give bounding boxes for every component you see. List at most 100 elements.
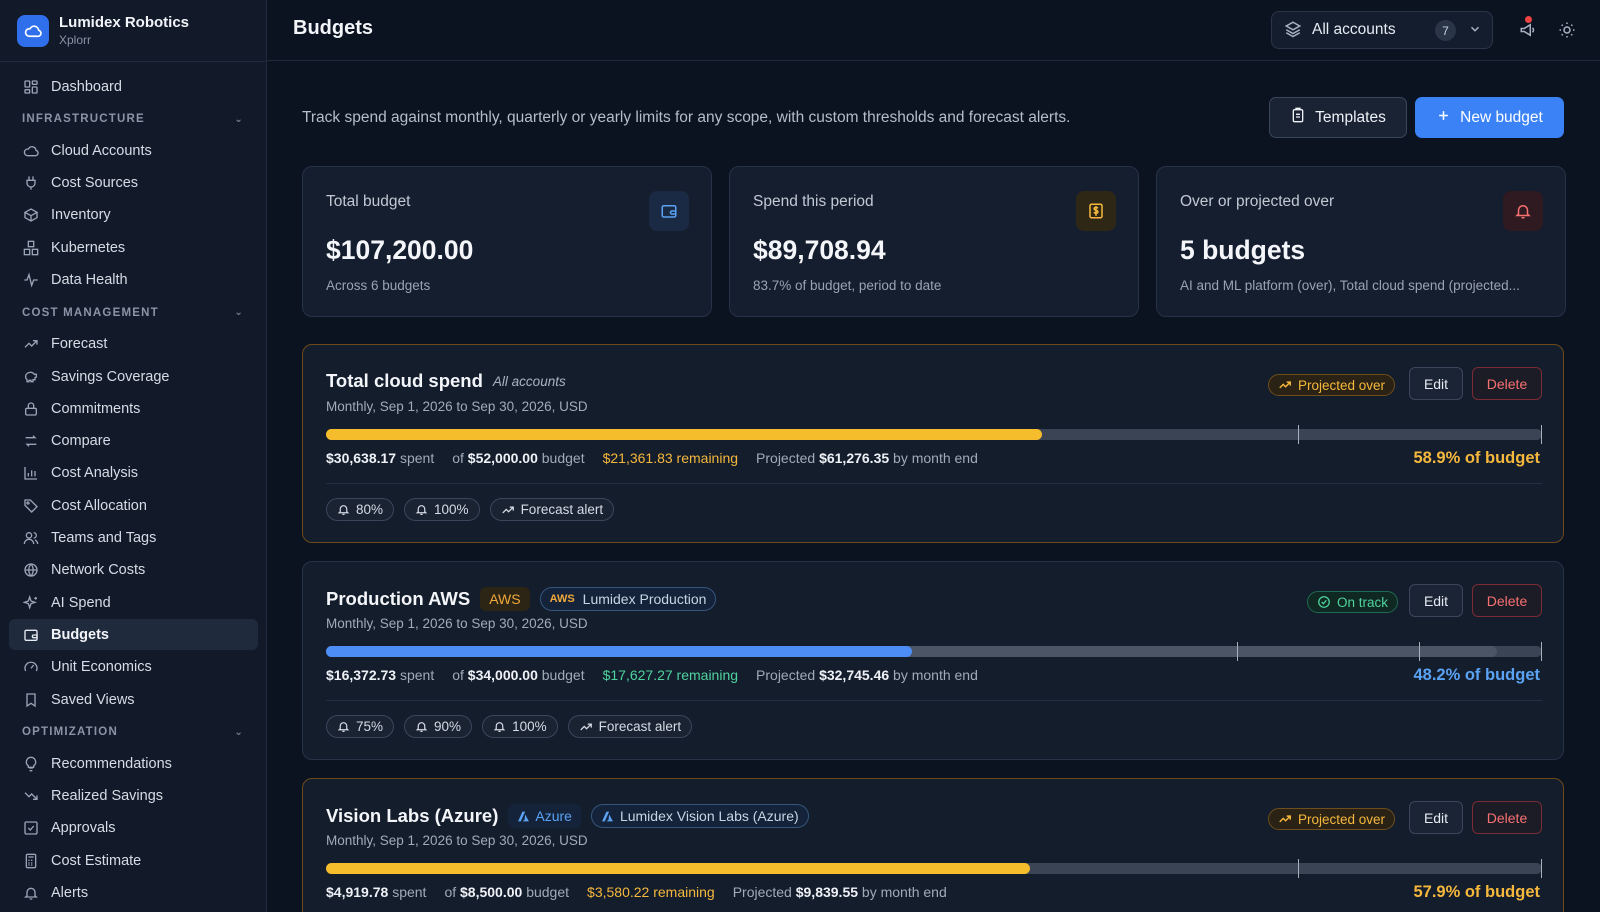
sidebar-item-commitments[interactable]: Commitments	[9, 393, 258, 424]
budget-stats: $30,638.17 spent of $52,000.00 budget $2…	[326, 450, 978, 466]
budget-amount: $34,000.00	[467, 667, 538, 683]
account-selector[interactable]: All accounts 7	[1271, 11, 1493, 49]
edit-button[interactable]: Edit	[1409, 801, 1463, 834]
edit-button[interactable]: Edit	[1409, 584, 1463, 617]
section-optimization[interactable]: OPTIMIZATION ⌄	[9, 716, 258, 748]
alert-chip[interactable]: 100%	[404, 498, 480, 521]
product-name: Xplorr	[59, 33, 92, 47]
sidebar-item-unit-economics[interactable]: Unit Economics	[9, 652, 258, 683]
progress-fill	[326, 646, 913, 657]
sidebar-item-approvals[interactable]: Approvals	[9, 813, 258, 844]
status-label: On track	[1337, 594, 1389, 610]
threshold-marker	[1297, 859, 1299, 878]
sidebar-item-cost-allocation[interactable]: Cost Allocation	[9, 490, 258, 521]
templates-button[interactable]: Templates	[1269, 97, 1407, 138]
sidebar-item-saved-views[interactable]: Saved Views	[9, 684, 258, 715]
sidebar-item-cost-sources[interactable]: Cost Sources	[9, 168, 258, 199]
page-description: Track spend against monthly, quarterly o…	[302, 109, 1071, 126]
sidebar-item-label: Alerts	[51, 885, 89, 902]
cloud-icon	[22, 142, 40, 160]
sidebar-item-label: Budgets	[51, 626, 109, 643]
sidebar: Lumidex Robotics Xplorr Dashboard INFRAS…	[0, 0, 267, 912]
sidebar-item-cost-analysis[interactable]: Cost Analysis	[9, 458, 258, 489]
lightbulb-icon	[22, 755, 40, 773]
delete-button[interactable]: Delete	[1472, 584, 1542, 617]
box-icon	[22, 206, 40, 224]
trend-up-icon	[22, 335, 40, 353]
delete-button[interactable]: Delete	[1472, 367, 1542, 400]
section-infrastructure[interactable]: INFRASTRUCTURE ⌄	[9, 103, 258, 135]
budget-amount: $8,500.00	[460, 884, 523, 900]
new-budget-button-label: New budget	[1460, 108, 1543, 126]
projected-amount: $32,745.46	[819, 667, 890, 683]
org-switcher[interactable]: Lumidex Robotics Xplorr	[17, 14, 189, 48]
wallet-icon	[22, 626, 40, 644]
budget-progress-bar	[326, 642, 1542, 661]
sidebar-item-label: Cost Analysis	[51, 465, 139, 482]
sidebar-item-recommendations[interactable]: Recommendations	[9, 748, 258, 779]
spent-amount: $30,638.17	[326, 450, 397, 466]
sidebar-item-teams-and-tags[interactable]: Teams and Tags	[9, 523, 258, 554]
sidebar-item-data-health[interactable]: Data Health	[9, 264, 258, 295]
sidebar-item-alerts[interactable]: Alerts	[9, 878, 258, 909]
cubes-icon	[22, 239, 40, 257]
alert-chip[interactable]: 90%	[404, 715, 473, 738]
sidebar-item-label: Savings Coverage	[51, 368, 170, 385]
budget-period: Monthly, Sep 1, 2026 to Sep 30, 2026, US…	[326, 616, 588, 631]
bell-alert-icon	[1503, 191, 1543, 231]
chevron-down-icon: ⌄	[234, 726, 244, 738]
check-circle-icon	[1317, 595, 1331, 609]
projected-amount: $61,276.35	[819, 450, 890, 466]
bell-icon	[493, 720, 506, 733]
sidebar-item-dashboard[interactable]: Dashboard	[9, 71, 258, 102]
status-badge: Projected over	[1268, 374, 1396, 396]
new-budget-button[interactable]: New budget	[1415, 97, 1564, 138]
remaining-amount: $21,361.83 remaining	[602, 450, 739, 466]
sidebar-item-cloud-accounts[interactable]: Cloud Accounts	[9, 135, 258, 166]
alert-chip[interactable]: 80%	[326, 498, 395, 521]
progress-fill	[326, 429, 1043, 440]
edit-button[interactable]: Edit	[1409, 367, 1463, 400]
alert-chip[interactable]: 100%	[482, 715, 558, 738]
sidebar-item-compare[interactable]: Compare	[9, 426, 258, 457]
section-label: OPTIMIZATION	[22, 726, 118, 739]
threshold-marker	[1419, 642, 1421, 661]
sidebar-item-kubernetes[interactable]: Kubernetes	[9, 232, 258, 263]
sidebar-item-realized-savings[interactable]: Realized Savings	[9, 781, 258, 812]
section-label: COST MANAGEMENT	[22, 306, 159, 319]
megaphone-icon[interactable]	[1518, 20, 1538, 40]
sidebar-item-network-costs[interactable]: Network Costs	[9, 555, 258, 586]
alert-chip[interactable]: Forecast alert	[489, 498, 615, 521]
projected-suffix: by month end	[861, 884, 947, 900]
stat-subtext: AI and ML platform (over), Total cloud s…	[1180, 278, 1520, 293]
sidebar-item-budgets[interactable]: Budgets	[9, 619, 258, 651]
sidebar-item-forecast[interactable]: Forecast	[9, 329, 258, 360]
provider-tag: AWS	[480, 587, 530, 611]
alert-label: 75%	[356, 719, 384, 734]
stat-value: 5 budgets	[1180, 235, 1306, 265]
pulse-icon	[22, 271, 40, 289]
sidebar-item-savings-coverage[interactable]: Savings Coverage	[9, 361, 258, 392]
provider-tag: Azure	[508, 804, 581, 828]
section-cost-management[interactable]: COST MANAGEMENT ⌄	[9, 297, 258, 329]
delete-button[interactable]: Delete	[1472, 801, 1542, 834]
sidebar-item-label: AI Spend	[51, 594, 111, 611]
spent-amount: $4,919.78	[326, 884, 389, 900]
sidebar-item-ai-spend[interactable]: AI Spend	[9, 587, 258, 618]
chevron-down-icon	[1468, 22, 1482, 39]
alert-chip[interactable]: Forecast alert	[567, 715, 693, 738]
budget-prefix: of	[452, 450, 464, 466]
threshold-marker	[1541, 425, 1542, 444]
sidebar-item-label: Cost Allocation	[51, 497, 147, 514]
sidebar-item-label: Recommendations	[51, 755, 172, 772]
budget-card: Production AWS AWS AWS Lumidex Productio…	[302, 561, 1564, 760]
threshold-marker	[1541, 642, 1542, 661]
sidebar-item-inventory[interactable]: Inventory	[9, 200, 258, 231]
trend-up-icon	[1278, 812, 1292, 826]
spent-label: spent	[399, 667, 435, 683]
alert-label: Forecast alert	[520, 502, 604, 517]
alert-chip[interactable]: 75%	[326, 715, 395, 738]
sidebar-item-cost-estimate[interactable]: Cost Estimate	[9, 845, 258, 876]
sun-icon[interactable]	[1557, 20, 1577, 40]
status-label: Projected over	[1298, 377, 1386, 393]
